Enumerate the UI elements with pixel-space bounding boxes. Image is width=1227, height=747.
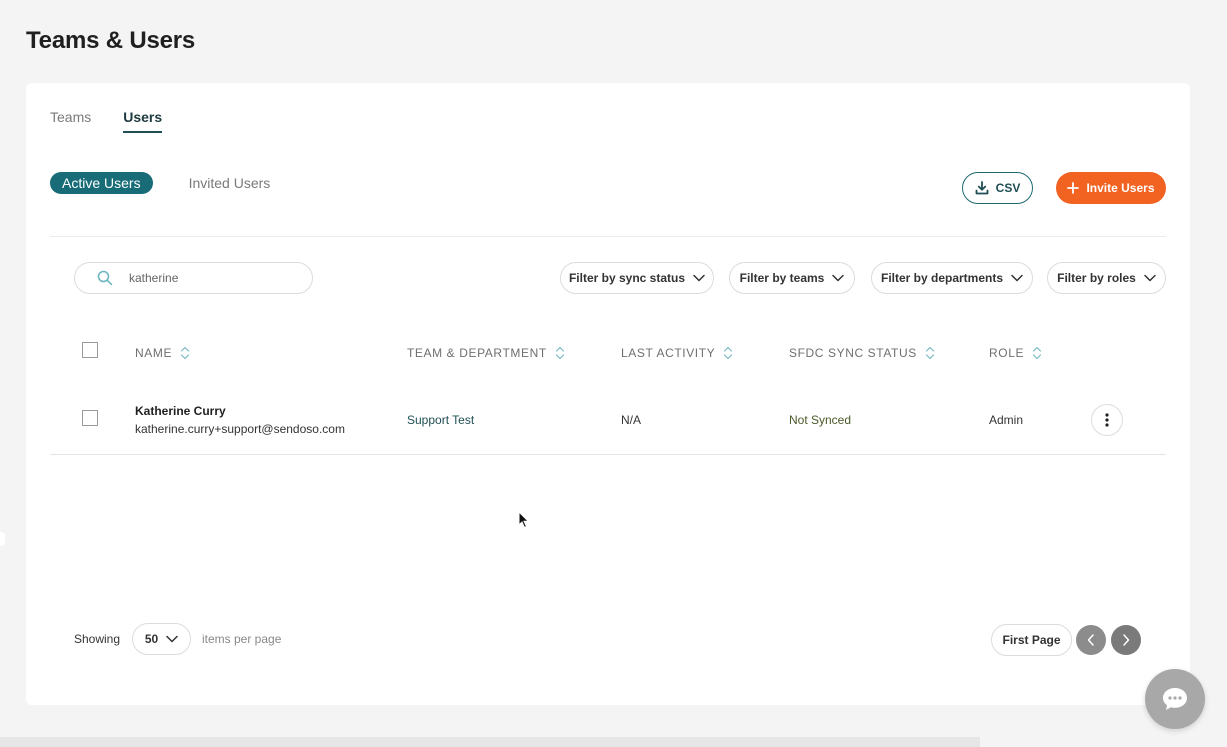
invite-users-label: Invite Users	[1086, 181, 1155, 195]
next-page-button[interactable]	[1111, 625, 1141, 655]
chevron-down-icon	[693, 274, 705, 282]
csv-download-button[interactable]: CSV	[962, 172, 1033, 204]
chevron-down-icon	[1011, 274, 1023, 282]
user-email: katherine.curry+support@sendoso.com	[135, 422, 345, 436]
items-per-page-label: items per page	[202, 632, 282, 646]
filter-departments-label: Filter by departments	[880, 271, 1004, 285]
column-header-last-activity[interactable]: LAST ACTIVITY	[621, 346, 733, 360]
search-input[interactable]	[129, 271, 289, 285]
user-team: Support Test	[407, 413, 475, 427]
mouse-cursor-icon	[518, 510, 530, 534]
row-divider	[50, 454, 1166, 455]
sort-icon	[180, 346, 190, 360]
page-title: Teams & Users	[26, 27, 196, 54]
search-icon	[97, 270, 113, 286]
sort-icon	[1032, 346, 1042, 360]
sort-icon	[555, 346, 564, 360]
search-box[interactable]	[74, 262, 313, 294]
subtab-invited-users[interactable]: Invited Users	[189, 175, 271, 191]
download-icon	[975, 181, 989, 195]
more-vertical-icon	[1105, 413, 1109, 427]
sort-icon	[925, 346, 934, 360]
filter-teams-label: Filter by teams	[739, 271, 825, 285]
side-edge-tab	[0, 532, 5, 546]
chevron-right-icon	[1123, 634, 1130, 646]
chevron-down-icon	[832, 274, 845, 282]
filter-sync-status-label: Filter by sync status	[568, 271, 686, 285]
content-card: Teams Users Active Users Invited Users C…	[26, 83, 1190, 705]
user-name: Katherine Curry	[135, 404, 226, 418]
column-header-team-department[interactable]: TEAM & DEPARTMENT	[407, 346, 565, 360]
csv-label: CSV	[995, 181, 1021, 195]
column-header-label: NAME	[135, 346, 173, 360]
chevron-left-icon	[1087, 634, 1094, 646]
items-per-page-value: 50	[144, 632, 159, 646]
user-subtabs: Active Users Invited Users	[50, 172, 270, 194]
filter-teams[interactable]: Filter by teams	[729, 262, 855, 294]
column-header-label: LAST ACTIVITY	[621, 346, 716, 360]
subtab-active-users[interactable]: Active Users	[50, 172, 153, 194]
invite-users-button[interactable]: Invite Users	[1056, 172, 1166, 204]
items-per-page-select[interactable]: 50	[132, 623, 191, 655]
plus-icon	[1067, 182, 1080, 194]
filter-roles[interactable]: Filter by roles	[1047, 262, 1166, 294]
sort-icon	[724, 346, 733, 360]
select-all-checkbox[interactable]	[82, 342, 98, 358]
column-header-label: SFDC SYNC STATUS	[789, 346, 917, 360]
row-actions-button[interactable]	[1091, 404, 1123, 436]
column-header-role[interactable]: ROLE	[989, 346, 1042, 360]
showing-label: Showing	[74, 632, 121, 646]
filter-roles-label: Filter by roles	[1057, 271, 1136, 285]
column-header-sfdc-sync-status[interactable]: SFDC SYNC STATUS	[789, 346, 935, 360]
user-last-activity: N/A	[621, 413, 642, 427]
user-role: Admin	[989, 413, 1024, 427]
tab-users[interactable]: Users	[123, 109, 163, 133]
main-tabs: Teams Users	[50, 109, 163, 133]
chevron-down-icon	[1144, 274, 1156, 282]
header-divider	[50, 236, 1166, 237]
user-sync-status: Not Synced	[789, 413, 852, 427]
chat-bubble-icon	[1163, 688, 1187, 710]
column-header-label: TEAM & DEPARTMENT	[407, 346, 547, 360]
bottom-scroll-bar	[0, 737, 980, 747]
column-header-label: ROLE	[989, 346, 1025, 360]
chevron-down-icon	[166, 635, 178, 643]
chat-launcher-button[interactable]	[1145, 669, 1205, 729]
filter-departments[interactable]: Filter by departments	[871, 262, 1033, 294]
filter-sync-status[interactable]: Filter by sync status	[560, 262, 714, 294]
tab-teams[interactable]: Teams	[50, 109, 91, 133]
row-checkbox[interactable]	[82, 410, 98, 426]
column-header-name[interactable]: NAME	[135, 346, 190, 360]
previous-page-button[interactable]	[1076, 625, 1106, 655]
first-page-button[interactable]: First Page	[991, 624, 1072, 656]
